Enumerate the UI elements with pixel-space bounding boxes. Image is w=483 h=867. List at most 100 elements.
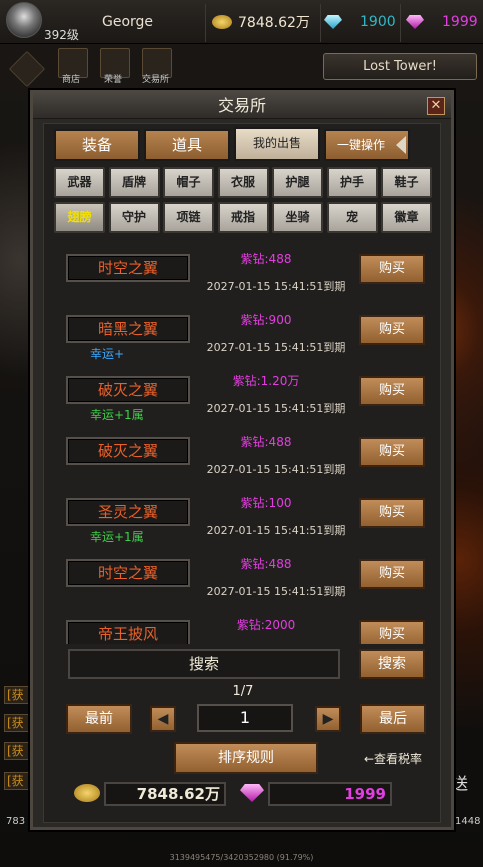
dialog-title: 交易所: [33, 93, 451, 119]
item-price: 紫钻:488: [240, 435, 292, 449]
item-expiry: 2027-01-15 15:41:51到期: [206, 585, 346, 598]
send-button[interactable]: 送: [452, 770, 468, 794]
lost-tower-button[interactable]: Lost Tower!: [323, 53, 477, 80]
listing-row: 破灭之翼 紫钻:488 2027-01-15 15:41:51到期 购买: [44, 427, 442, 488]
exchange-dialog: 交易所 ✕ 装备 道具 我的出售 一键操作 武器 盾牌 帽子 衣服 护腿 护手 鞋子 翅膀 守护…: [30, 90, 454, 830]
view-tax-link[interactable]: ←查看税率: [364, 750, 422, 767]
item-price: 紫钻:100: [240, 496, 292, 510]
chat-tag[interactable]: [获: [4, 686, 30, 704]
tab-my-sales[interactable]: 我的出售: [234, 127, 320, 161]
exp-bar-text: 3139495475/3420352980 (91.79%): [0, 848, 483, 867]
category-9[interactable]: 项链: [163, 202, 214, 233]
bottom-gold-value: 7848.62万: [104, 782, 226, 806]
listing-row: 圣灵之翼幸运+1属 紫钻:100 2027-01-15 15:41:51到期 购买: [44, 488, 442, 549]
category-13[interactable]: 徽章: [381, 202, 432, 233]
divider: [400, 4, 401, 42]
item-price: 紫钻:488: [240, 557, 292, 571]
item-name[interactable]: 破灭之翼: [66, 437, 190, 465]
item-price: 紫钻:1.20万: [232, 374, 300, 388]
category-1[interactable]: 盾牌: [108, 167, 160, 198]
dialog-content: 装备 道具 我的出售 一键操作 武器 盾牌 帽子 衣服 护腿 护手 鞋子 翅膀 守护 项链 戒指 坐骑…: [43, 123, 441, 823]
player-name: George: [102, 14, 154, 30]
bottom-purple-gem-value: 1999: [268, 782, 392, 806]
first-page-button[interactable]: 最前: [66, 704, 132, 734]
item-attribute: 幸运+1属: [90, 408, 144, 422]
gold-counter: 7848.62万: [212, 10, 310, 34]
listing-row: 破灭之翼幸运+1属 紫钻:1.20万 2027-01-15 15:41:51到期 购买: [44, 366, 442, 427]
item-name[interactable]: 帝王披风: [66, 620, 190, 644]
next-page-icon[interactable]: ▶: [315, 706, 341, 732]
chat-tag[interactable]: [获: [4, 714, 30, 732]
category-8[interactable]: 守护: [108, 202, 160, 233]
buy-button[interactable]: 购买: [359, 376, 425, 406]
exchange-label: 交易所: [142, 75, 170, 85]
collapse-arrow-icon[interactable]: [396, 136, 406, 154]
category-2[interactable]: 帽子: [163, 167, 214, 198]
page-info: 1/7: [232, 684, 254, 699]
divider: [205, 4, 206, 42]
item-expiry: 2027-01-15 15:41:51到期: [206, 402, 346, 415]
prev-page-icon[interactable]: ◀: [150, 706, 176, 732]
listing-row: 暗黑之翼幸运+ 紫钻:900 2027-01-15 15:41:51到期 购买: [44, 305, 442, 366]
category-11[interactable]: 坐骑: [272, 202, 323, 233]
listing-row: 时空之翼 紫钻:488 2027-01-15 15:41:51到期 购买: [44, 244, 442, 305]
buy-button[interactable]: 购买: [359, 315, 425, 345]
chat-tag[interactable]: [获: [4, 742, 30, 760]
item-expiry: 2027-01-15 15:41:51到期: [206, 280, 346, 293]
category-4[interactable]: 护腿: [272, 167, 323, 198]
item-price: 紫钻:900: [240, 313, 292, 327]
listing-list: 时空之翼 紫钻:488 2027-01-15 15:41:51到期 购买 暗黑之翼 幸运+…: [44, 244, 442, 644]
blue-gem-counter: 1900: [324, 10, 396, 34]
item-name[interactable]: 圣灵之翼: [66, 498, 190, 526]
category-5[interactable]: 护手: [326, 167, 378, 198]
item-expiry: 2027-01-15 15:41:51到期: [206, 341, 346, 354]
buy-button[interactable]: 购买: [359, 620, 425, 644]
listing-row: 时空之翼 紫钻:488 2027-01-15 15:41:51到期 购买: [44, 549, 442, 610]
hp-left-value: 783: [6, 816, 26, 827]
purple-gem-value: 1999: [442, 14, 478, 30]
category-0[interactable]: 武器: [54, 167, 105, 198]
search-input[interactable]: 搜索: [68, 649, 340, 679]
purple-gem-icon: [406, 15, 424, 29]
item-attribute: 幸运+: [90, 347, 125, 361]
category-10[interactable]: 戒指: [217, 202, 269, 233]
listing-row: 帝王披风 紫钻:2000 购买: [44, 610, 442, 644]
tab-items[interactable]: 道具: [144, 129, 230, 161]
item-price: 紫钻:488: [240, 252, 292, 266]
chat-tag[interactable]: [获: [4, 772, 30, 790]
item-attribute: 幸运+1属: [90, 530, 144, 544]
close-button[interactable]: ✕: [427, 97, 445, 115]
item-price: 紫钻:2000: [236, 618, 296, 632]
page-number-input[interactable]: 1: [197, 704, 293, 732]
category-6[interactable]: 鞋子: [381, 167, 432, 198]
item-name[interactable]: 暗黑之翼: [66, 315, 190, 343]
category-7[interactable]: 翅膀: [54, 202, 105, 233]
item-name[interactable]: 时空之翼: [66, 559, 190, 587]
purple-gem-icon: [240, 784, 264, 802]
item-expiry: 2027-01-15 15:41:51到期: [206, 463, 346, 476]
gold-value: 7848.62万: [238, 15, 310, 31]
blue-gem-icon: [324, 15, 342, 29]
player-level: 392级: [44, 28, 79, 42]
purple-gem-counter: 1999: [406, 10, 478, 34]
top-status-bar: 392级 George 7848.62万 1900 1999: [0, 0, 483, 44]
gold-coin-icon: [212, 15, 232, 29]
item-name[interactable]: 时空之翼: [66, 254, 190, 282]
category-3[interactable]: 衣服: [217, 167, 269, 198]
gold-coin-icon: [74, 784, 100, 802]
item-name[interactable]: 破灭之翼: [66, 376, 190, 404]
hp-right-value: 1448: [455, 816, 481, 827]
category-12[interactable]: 宠: [326, 202, 378, 233]
search-button[interactable]: 搜索: [359, 649, 425, 679]
buy-button[interactable]: 购买: [359, 254, 425, 284]
sort-rules-button[interactable]: 排序规则: [174, 742, 318, 774]
buy-button[interactable]: 购买: [359, 437, 425, 467]
buy-button[interactable]: 购买: [359, 498, 425, 528]
honor-label: 荣誉: [104, 75, 123, 85]
divider: [320, 4, 321, 42]
buy-button[interactable]: 购买: [359, 559, 425, 589]
tab-equipment[interactable]: 装备: [54, 129, 140, 161]
last-page-button[interactable]: 最后: [360, 704, 426, 734]
player-avatar[interactable]: [6, 2, 42, 38]
item-expiry: 2027-01-15 15:41:51到期: [206, 524, 346, 537]
